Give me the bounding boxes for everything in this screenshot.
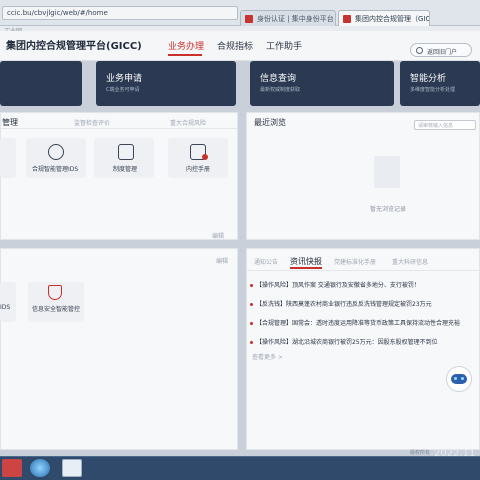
recent-search-input[interactable]: 请审核输入信息 xyxy=(414,120,476,130)
card-title: 信息查询 xyxy=(260,74,297,84)
banner-card-1[interactable] xyxy=(0,61,82,106)
card-subtitle: 最新权威制度获取 xyxy=(260,87,301,93)
robot-face xyxy=(451,374,467,384)
news-tab-active-indicator xyxy=(290,267,322,269)
quick-item-label: 内控手册 xyxy=(186,166,211,173)
card-subtitle: C端业务可申请 xyxy=(106,87,140,93)
quick-panel-tab-risk[interactable]: 重大合规风险 xyxy=(170,118,206,127)
app-item-security[interactable]: 信息安全智能管控 xyxy=(28,282,84,322)
quick-item-label: 制度管理 xyxy=(113,166,138,173)
bullet-icon xyxy=(250,341,253,344)
nav-compliance-indicators[interactable]: 合规指标 xyxy=(217,39,253,52)
tab-favicon-icon xyxy=(343,15,351,23)
card-subtitle: 多维度智能分析处理 xyxy=(410,87,456,93)
news-item-text: 【合规管理】国常会：透时违度运用降准等货币政策工具保持流动性合理充裕 xyxy=(256,320,461,327)
news-tab-notice[interactable]: 通知公告 xyxy=(254,257,278,266)
news-item[interactable]: 【操作风险】顶风作案 交通银行及安徽省多地分、支行被罚！ xyxy=(250,280,420,289)
manual-badge-icon xyxy=(202,154,208,160)
back-label: 返回旧门户 xyxy=(427,49,458,56)
banner-card-query[interactable]: 信息查询 最新权威制度获取 xyxy=(250,61,394,106)
bullet-icon xyxy=(250,303,253,306)
footer-copyright: 版权所有 xyxy=(410,450,431,456)
robot-eye xyxy=(454,377,457,380)
recent-panel xyxy=(246,112,480,240)
news-item-text: 【操作风险】顶风作案 交通银行及安徽省多地分、支行被罚！ xyxy=(256,282,420,289)
app-item-label: 信息安全智能管控 xyxy=(32,306,81,313)
recent-empty-text: 暂无浏览记录 xyxy=(370,206,407,213)
nav-active-indicator xyxy=(168,54,202,56)
news-item[interactable]: 【操作风险】湖北沿城农商银行被罚25万元：因股东股权管理不到位 xyxy=(250,337,438,346)
news-tab-express[interactable]: 资讯快报 xyxy=(290,256,322,267)
tab-favicon-icon xyxy=(245,15,253,23)
news-item-text: 【反洗钱】陕西莫蓬农村商业银行违反反洗钱管理规定被罚23万元 xyxy=(256,301,432,308)
news-item-text: 【操作风险】湖北沿城农商银行被罚25万元：因股东股权管理不到位 xyxy=(256,339,438,346)
quick-item-partial[interactable] xyxy=(0,138,16,178)
card-title: 业务申请 xyxy=(106,74,143,84)
card-title: 智能分析 xyxy=(410,74,447,84)
recent-panel-title: 最近浏览 xyxy=(254,118,286,127)
bullet-icon xyxy=(250,322,253,325)
start-button-icon[interactable] xyxy=(30,459,50,477)
apps-panel xyxy=(0,248,238,450)
news-item[interactable]: 【合规管理】国常会：透时违度运用降准等货币政策工具保持流动性合理充裕 xyxy=(250,318,480,327)
bullet-icon xyxy=(250,284,253,287)
explorer-taskbar-icon[interactable] xyxy=(62,459,82,477)
news-tab-party[interactable]: 党建标准化手册 xyxy=(334,257,376,266)
empty-document-icon xyxy=(374,156,400,188)
shield-icon xyxy=(48,285,62,300)
nav-work-assistant[interactable]: 工作助手 xyxy=(266,39,302,52)
assistant-robot-icon[interactable] xyxy=(446,366,472,392)
app-item-ids[interactable]: IDS xyxy=(0,282,16,322)
back-to-old-portal-button[interactable]: 返回旧门户 xyxy=(410,43,472,57)
app-title: 集团内控合规管理平台(GICC) xyxy=(6,41,142,52)
tab-label: 身份认证 | 集中身份平台 xyxy=(257,15,334,23)
news-item[interactable]: 【反洗钱】陕西莫蓬农村商业银行违反反洗钱管理规定被罚23万元 xyxy=(250,299,432,308)
quick-panel-edit[interactable]: 编辑 xyxy=(212,231,224,240)
banner-card-analysis[interactable]: 智能分析 多维度智能分析处理 xyxy=(400,61,480,106)
back-icon xyxy=(416,47,423,54)
quick-item-label: 合规智能管理IDS xyxy=(32,166,79,173)
divider xyxy=(0,128,238,129)
quick-item-ids[interactable]: 合规智能管理IDS xyxy=(26,138,86,178)
banner-card-apply[interactable]: 业务申请 C端业务可申请 xyxy=(96,61,236,106)
app-taskbar-icon[interactable] xyxy=(2,459,22,477)
quick-item-manual[interactable]: 内控手册 xyxy=(168,138,228,178)
apps-panel-edit[interactable]: 编辑 xyxy=(216,256,228,265)
address-bar[interactable]: ccic.bu/cbvjlgic/web/#/home xyxy=(2,6,238,20)
browser-tab-identity[interactable]: 身份认证 | 集中身份平台 xyxy=(240,10,336,26)
nav-business[interactable]: 业务办理 xyxy=(168,39,204,52)
quick-panel-tab-inspection[interactable]: 监督检查评价 xyxy=(74,118,110,127)
news-more-link[interactable]: 查看更多 > xyxy=(252,352,283,361)
robot-eye xyxy=(461,377,464,380)
news-panel xyxy=(246,248,480,450)
browser-tab-gicc[interactable]: 集团内控合规管理（GICC） xyxy=(338,10,430,26)
tab-label: 集团内控合规管理（GICC） xyxy=(355,15,430,23)
news-tab-research[interactable]: 重大科研信息 xyxy=(392,257,428,266)
quick-panel-title: 管理 xyxy=(2,118,18,127)
quick-item-policy[interactable]: 制度管理 xyxy=(94,138,154,178)
app-item-label: IDS xyxy=(0,304,11,311)
divider xyxy=(246,270,480,271)
globe-icon xyxy=(48,144,64,160)
document-icon xyxy=(118,144,134,160)
